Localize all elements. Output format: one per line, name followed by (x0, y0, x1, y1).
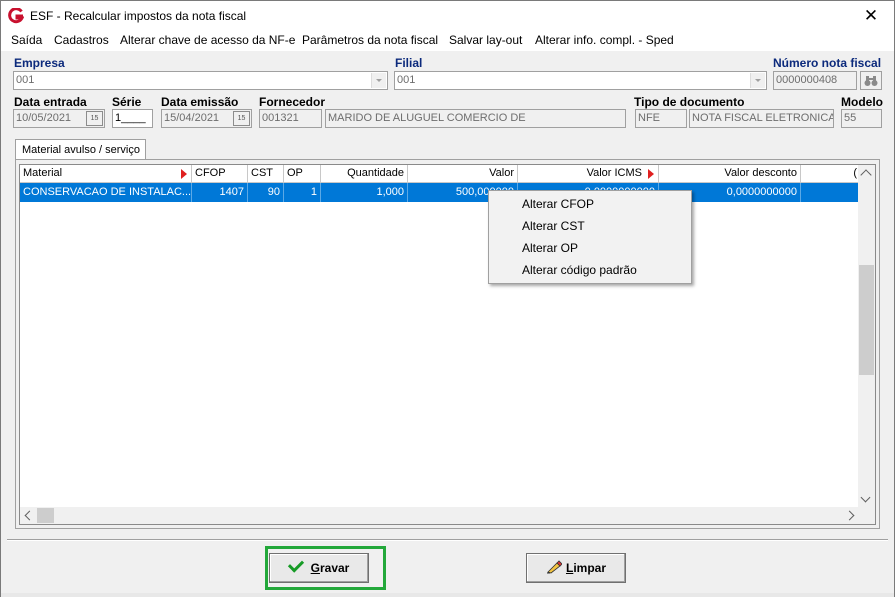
data-entrada-label: Data entrada (14, 95, 87, 109)
scroll-right-icon[interactable] (844, 510, 855, 521)
cell-cfop[interactable]: 1407 (192, 183, 248, 202)
cell-cst[interactable]: 90 (248, 183, 284, 202)
menu-item-alterar-cfop[interactable]: Alterar CFOP (522, 197, 594, 211)
scroll-left-icon[interactable] (24, 510, 35, 521)
column-header-op[interactable]: OP (284, 165, 321, 183)
gravar-accel-key: G (310, 561, 320, 575)
scrollbar-corner (858, 507, 875, 524)
scroll-up-icon[interactable] (860, 169, 872, 181)
gravar-label: ravar (319, 561, 350, 575)
fornecedor-code-field[interactable]: 001321 (259, 109, 322, 128)
filial-value: 001 (397, 74, 416, 86)
data-emissao-label: Data emissão (161, 95, 239, 109)
sort-arrow-icon (181, 169, 187, 179)
grid-header: Material CFOP CST OP Quantidade Valor Va… (20, 165, 860, 183)
cell-op[interactable]: 1 (284, 183, 321, 202)
materials-grid: Material CFOP CST OP Quantidade Valor Va… (19, 164, 876, 525)
data-entrada-field[interactable]: 10/05/2021 15 (13, 109, 105, 128)
menu-bar: Saída Cadastros Alterar chave de acesso … (1, 31, 894, 51)
empresa-label: Empresa (14, 56, 65, 70)
menu-salvar-layout[interactable]: Salvar lay-out (449, 33, 522, 47)
column-header-valor-desconto[interactable]: Valor desconto (659, 165, 801, 183)
horizontal-scroll-thumb[interactable] (37, 508, 54, 523)
filial-label: Filial (395, 56, 423, 70)
column-header-cfop[interactable]: CFOP (192, 165, 248, 183)
scroll-down-icon[interactable] (860, 492, 871, 503)
serie-label: Série (112, 95, 142, 109)
menu-item-alterar-cst[interactable]: Alterar CST (522, 219, 585, 233)
calendar-icon[interactable]: 15 (86, 111, 103, 126)
cell-material[interactable]: CONSERVACAO DE INSTALAC... (20, 183, 192, 202)
modelo-label: Modelo (841, 95, 883, 109)
menu-item-alterar-codigo-padrao[interactable]: Alterar código padrão (522, 263, 637, 277)
menu-parametros[interactable]: Parâmetros da nota fiscal (302, 33, 438, 47)
tipo-documento-label: Tipo de documento (634, 95, 745, 109)
table-row[interactable]: CONSERVACAO DE INSTALAC... 1407 90 1 1,0… (20, 183, 860, 202)
column-header-quantidade[interactable]: Quantidade (321, 165, 408, 183)
eraser-pencil-icon (546, 560, 562, 574)
chevron-down-icon[interactable] (750, 73, 765, 88)
footer-divider (7, 539, 888, 541)
context-menu: Alterar CFOP Alterar CST Alterar OP Alte… (488, 190, 692, 284)
limpar-label: impar (573, 561, 607, 575)
empresa-value: 001 (16, 74, 35, 86)
data-emissao-field[interactable]: 15/04/2021 15 (161, 109, 252, 128)
close-button[interactable]: ✕ (848, 1, 894, 31)
column-header-material[interactable]: Material (20, 165, 192, 183)
checkmark-icon (287, 556, 304, 573)
limpar-button[interactable]: Limpar (526, 553, 626, 583)
menu-alterar-chave[interactable]: Alterar chave de acesso da NF-e (120, 33, 295, 47)
fornecedor-label: Fornecedor (259, 95, 326, 109)
menu-item-alterar-op[interactable]: Alterar OP (522, 241, 578, 255)
data-emissao-value: 15/04/2021 (164, 112, 220, 124)
column-header-valor[interactable]: Valor (408, 165, 518, 183)
tab-material-avulso[interactable]: Material avulso / serviço (15, 139, 146, 160)
menu-alterar-info-compl[interactable]: Alterar info. compl. - Sped (535, 33, 674, 47)
title-bar: ESF - Recalcular impostos da nota fiscal… (1, 1, 894, 31)
sort-arrow-icon (648, 169, 654, 179)
column-header-label: Valor ICMS (586, 167, 642, 179)
fornecedor-name-field: MARIDO DE ALUGUEL COMERCIO DE (325, 109, 626, 128)
binoculars-search-icon[interactable] (860, 71, 882, 90)
recalcular-impostos-window: ESF - Recalcular impostos da nota fiscal… (0, 0, 895, 597)
data-entrada-value: 10/05/2021 (16, 112, 72, 124)
numero-nf-label: Número nota fiscal (773, 56, 882, 70)
app-logo-icon (8, 8, 24, 24)
calendar-icon[interactable]: 15 (233, 111, 250, 126)
menu-saida[interactable]: Saída (11, 33, 42, 47)
horizontal-scrollbar[interactable] (20, 507, 860, 524)
menu-cadastros[interactable]: Cadastros (54, 33, 109, 47)
modelo-field: 55 (841, 109, 882, 128)
tipo-documento-code-field[interactable]: NFE (635, 109, 687, 128)
serie-field[interactable]: 1____ (112, 109, 153, 128)
cell-quantidade[interactable]: 1,000 (321, 183, 408, 202)
cell-extra[interactable] (801, 183, 860, 202)
tipo-documento-name-field: NOTA FISCAL ELETRONICA (689, 109, 834, 128)
vertical-scrollbar[interactable] (858, 165, 875, 508)
empresa-combobox[interactable]: 001 (13, 71, 388, 90)
column-header-valor-icms[interactable]: Valor ICMS (518, 165, 659, 183)
vertical-scroll-thumb[interactable] (859, 265, 874, 375)
window-title: ESF - Recalcular impostos da nota fiscal (30, 9, 247, 23)
filial-combobox[interactable]: 001 (394, 71, 767, 90)
gravar-button[interactable]: Gravar (269, 553, 369, 583)
column-header-label: Material (23, 167, 63, 179)
chevron-down-icon[interactable] (371, 73, 386, 88)
numero-nf-field[interactable]: 0000000408 (773, 71, 857, 90)
bottom-edge (1, 593, 894, 597)
column-header-truncated[interactable]: ( (801, 165, 860, 183)
column-header-cst[interactable]: CST (248, 165, 284, 183)
